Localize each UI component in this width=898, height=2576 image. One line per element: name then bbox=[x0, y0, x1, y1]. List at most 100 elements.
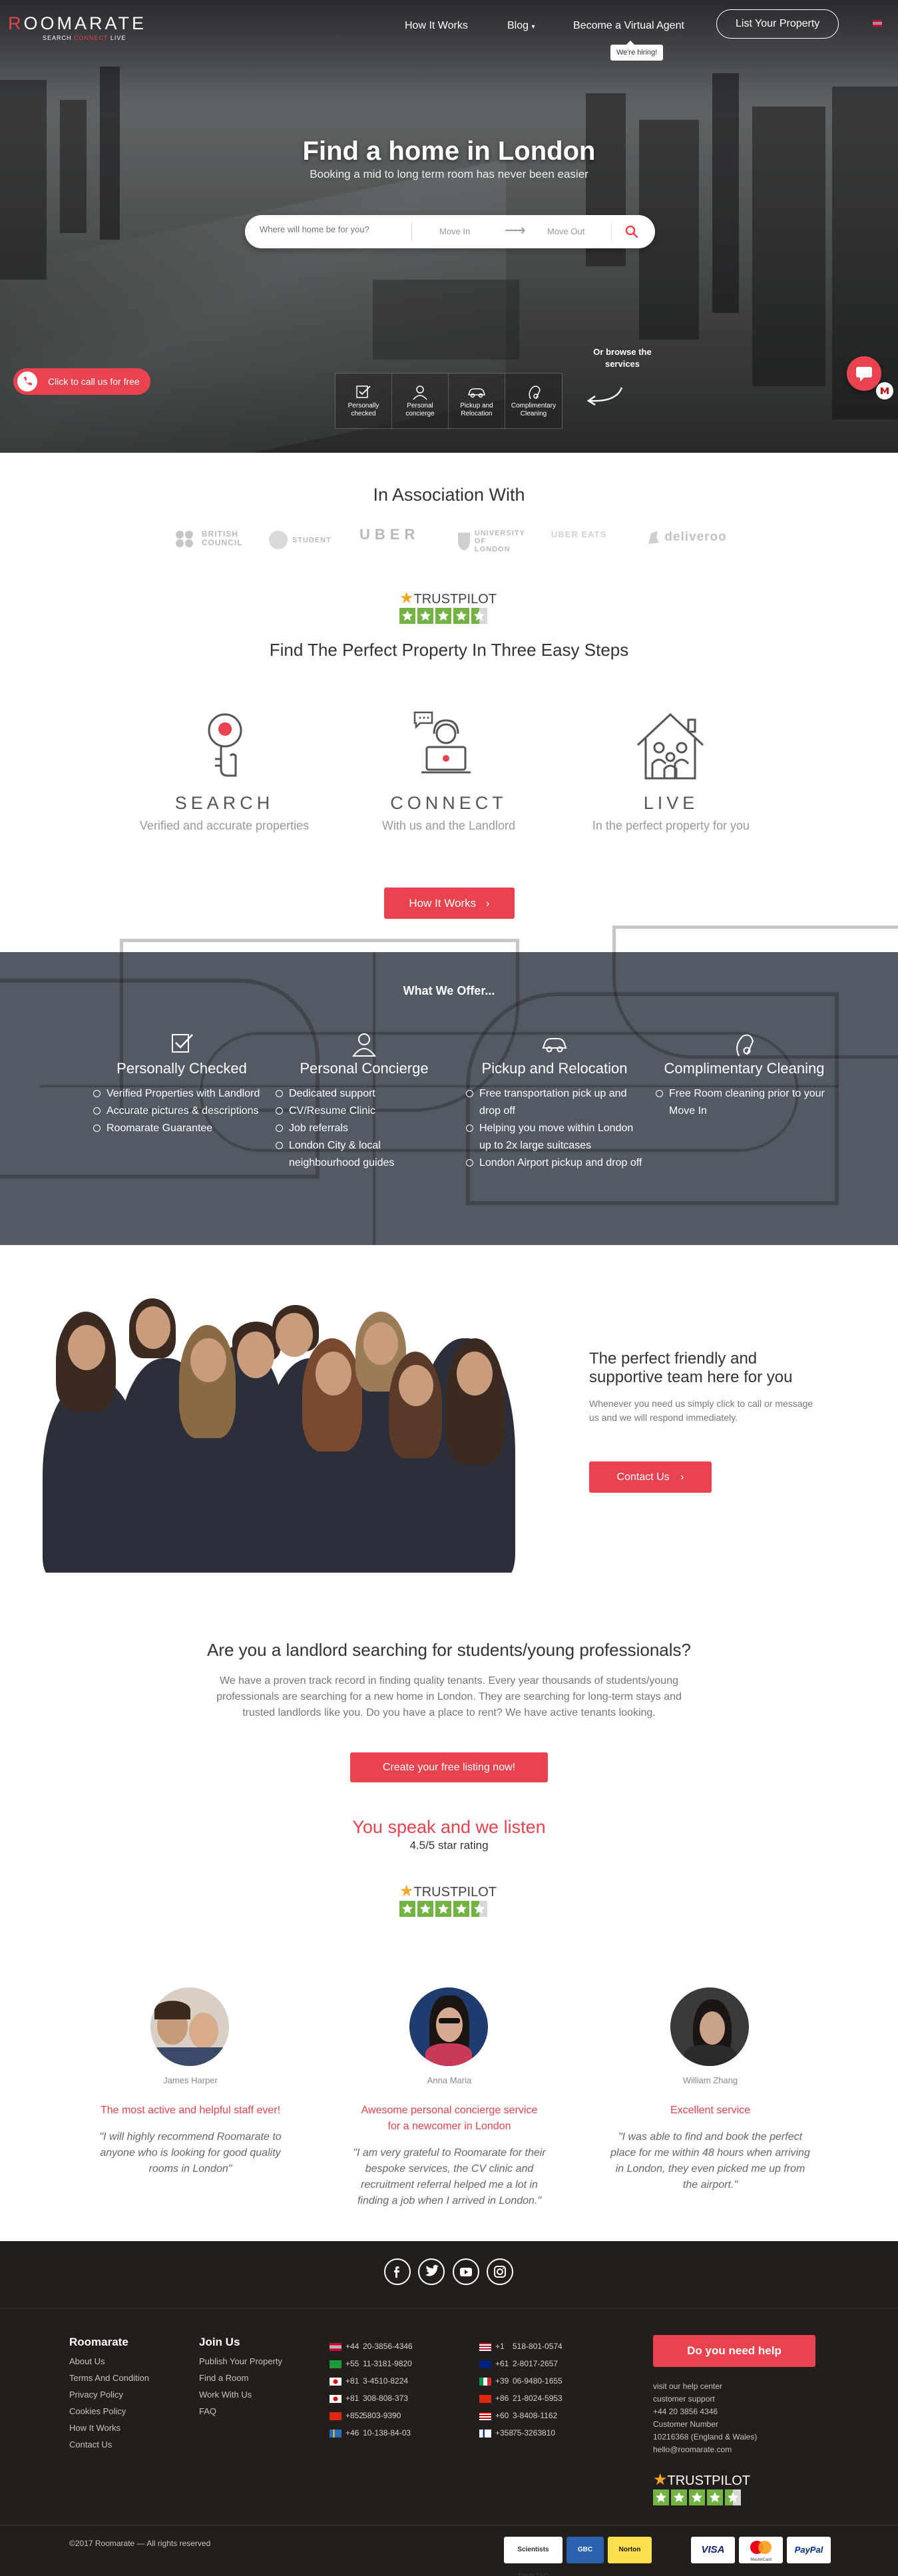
university-shield-icon bbox=[458, 533, 470, 551]
phone-finland[interactable]: +35875-3263810 bbox=[479, 2428, 555, 2438]
review-name: Anna Maria bbox=[427, 2075, 472, 2085]
phone-icon bbox=[17, 372, 37, 391]
rating-stars-icon bbox=[653, 2489, 741, 2505]
rating-stars-icon bbox=[399, 608, 487, 624]
review-headline: Awesome personal concierge service for a… bbox=[361, 2105, 538, 2132]
search-icon[interactable] bbox=[623, 223, 640, 240]
support-phone[interactable]: +44 20 3856 4346 bbox=[653, 2407, 718, 2416]
curved-arrow-icon bbox=[586, 387, 623, 406]
vacuum-icon bbox=[528, 386, 541, 399]
footer-link-publish[interactable]: Publish Your Property bbox=[199, 2356, 282, 2366]
phone-italy[interactable]: +39 06-9480-1655 bbox=[479, 2376, 562, 2386]
rating-stars-icon bbox=[399, 1901, 487, 1917]
youtube-icon[interactable] bbox=[453, 2258, 479, 2285]
phone-japan[interactable]: +81 3-4510-8224 bbox=[330, 2376, 408, 2386]
step-connect-title: CONNECT bbox=[390, 793, 507, 813]
move-in-field[interactable]: Move In bbox=[439, 226, 470, 236]
footer-link-faq[interactable]: FAQ bbox=[199, 2406, 216, 2416]
footer-col-join-title: Join Us bbox=[199, 2336, 240, 2348]
instagram-icon[interactable] bbox=[487, 2258, 513, 2285]
search-bar: Move In ⟶ Move Out bbox=[245, 215, 655, 248]
how-it-works-button[interactable]: How It Works › bbox=[384, 888, 515, 919]
norton-badge: Norton bbox=[608, 2537, 652, 2563]
contact-us-button[interactable]: Contact Us › bbox=[589, 1461, 712, 1493]
vacuum-icon bbox=[736, 1034, 754, 1057]
logo[interactable]: ROOMARATE bbox=[8, 13, 146, 34]
avatar-james-harper bbox=[150, 1987, 229, 2066]
partner-student: STUDENT bbox=[268, 529, 332, 551]
hero-title: Find a home in London bbox=[302, 136, 596, 166]
phone-australia[interactable]: +61 2-8017-2657 bbox=[479, 2359, 558, 2368]
phone-sweden[interactable]: +46 10-138-84-03 bbox=[330, 2428, 411, 2438]
footer-link-find-room[interactable]: Find a Room bbox=[199, 2373, 248, 2383]
team-text: Whenever you need us simply click to cal… bbox=[589, 1398, 813, 1423]
home-family-icon bbox=[636, 712, 704, 780]
british-council-logo-icon bbox=[176, 531, 193, 547]
service-personal-concierge[interactable]: Personal concierge bbox=[392, 374, 449, 429]
japan-flag-icon bbox=[330, 2394, 341, 2403]
call-label: Click to call us for free bbox=[48, 376, 140, 387]
twitter-icon[interactable] bbox=[418, 2258, 445, 2285]
car-icon bbox=[542, 1038, 567, 1053]
service-personally-checked[interactable]: Personally checked bbox=[336, 374, 392, 429]
paypal-icon: PayPal bbox=[787, 2537, 831, 2563]
service-complimentary-cleaning[interactable]: Complimentary Cleaning bbox=[505, 374, 562, 429]
list-property-button[interactable]: List Your Property bbox=[716, 9, 839, 39]
footer-link-cookies[interactable]: Cookies Policy bbox=[69, 2406, 126, 2416]
phone-usa[interactable]: +1 518-801-0574 bbox=[479, 2342, 562, 2351]
partner-university-of-london: UNIVERSITY OF LONDON bbox=[457, 529, 525, 553]
customer-support-label: customer support bbox=[653, 2394, 715, 2404]
move-out-field[interactable]: Move Out bbox=[547, 226, 584, 236]
rating-text: 4.5/5 star rating bbox=[409, 1839, 489, 1852]
call-free-button[interactable]: Click to call us for free bbox=[13, 368, 150, 395]
usa-flag-icon bbox=[479, 2342, 491, 2351]
footer-link-contact[interactable]: Contact Us bbox=[69, 2440, 112, 2449]
trustpilot-badge-reviews[interactable]: ★TRUSTPILOT bbox=[399, 1882, 499, 1920]
nav-how-it-works[interactable]: How It Works bbox=[405, 20, 468, 32]
review-text: "I will highly recommend Roomarate to an… bbox=[99, 2131, 282, 2175]
footer-link-how[interactable]: How It Works bbox=[69, 2423, 120, 2433]
offer-pickup-relocation: Pickup and Relocation Free transportatio… bbox=[465, 1031, 644, 1172]
create-listing-button[interactable]: Create your free listing now! bbox=[350, 1752, 548, 1782]
step-search-desc: Verified and accurate properties bbox=[139, 819, 310, 832]
review-headline: Excellent service bbox=[670, 2105, 751, 2116]
phone-hong-kong[interactable]: +8525803-9390 bbox=[330, 2411, 401, 2420]
location-input[interactable] bbox=[260, 224, 403, 234]
brazil-flag-icon bbox=[330, 2360, 341, 2368]
phone-uk[interactable]: +44 20-3856-4346 bbox=[330, 2342, 413, 2351]
visa-icon: VISA bbox=[691, 2537, 735, 2563]
facebook-icon[interactable] bbox=[384, 2258, 411, 2285]
nav-blog[interactable]: Blog ▾ bbox=[507, 20, 535, 32]
checklist-icon bbox=[172, 1034, 193, 1053]
chevron-right-icon: › bbox=[680, 1471, 684, 1483]
step-connect-desc: With us and the Landlord bbox=[381, 819, 516, 832]
china-flag-icon bbox=[479, 2394, 491, 2403]
need-help-button[interactable]: Do you need help bbox=[653, 2335, 815, 2367]
footer-link-privacy[interactable]: Privacy Policy bbox=[69, 2390, 123, 2400]
support-email[interactable]: hello@roomarate.com bbox=[653, 2445, 732, 2454]
help-center-link[interactable]: visit our help center bbox=[653, 2382, 722, 2391]
hiring-tooltip[interactable]: We're hiring! bbox=[610, 41, 664, 61]
team-title: The perfect friendly and supportive team… bbox=[589, 1350, 793, 1386]
connect-support-icon bbox=[413, 711, 471, 774]
phone-malaysia[interactable]: +60 3-8408-1162 bbox=[479, 2411, 557, 2420]
arrow-right-icon: ⟶ bbox=[505, 222, 526, 238]
uk-flag-icon[interactable] bbox=[873, 20, 882, 27]
listen-title: You speak and we listen bbox=[352, 1817, 546, 1837]
footer-link-terms[interactable]: Terms And Condition bbox=[69, 2373, 149, 2383]
offer-personal-concierge: Personal Concierge Dedicated support CV/… bbox=[274, 1031, 454, 1172]
trustpilot-badge-top[interactable]: ★TRUSTPILOT bbox=[399, 589, 499, 627]
footer-link-about[interactable]: About Us bbox=[69, 2356, 105, 2366]
phone-japan-2[interactable]: +81 308-808-373 bbox=[330, 2394, 408, 2403]
phone-brazil[interactable]: +55 11-3181-9820 bbox=[330, 2359, 412, 2368]
footer-link-work[interactable]: Work With Us bbox=[199, 2390, 252, 2400]
japan-flag-icon bbox=[330, 2377, 341, 2386]
offer-title: What We Offer... bbox=[403, 984, 495, 997]
mastercard-icon: MasterCard bbox=[739, 2537, 783, 2563]
copyright: ©2017 Roomarate — All rights reserved bbox=[69, 2539, 211, 2548]
service-pickup-relocation[interactable]: Pickup and Relocation bbox=[449, 374, 505, 429]
nav-become-agent[interactable]: Become a Virtual Agent bbox=[573, 20, 684, 32]
phone-china[interactable]: +86 21-8024-5953 bbox=[479, 2394, 562, 2403]
trustpilot-badge-footer[interactable]: ★TRUSTPILOT bbox=[653, 2470, 760, 2509]
gbc-badge: GBC bbox=[566, 2537, 604, 2563]
